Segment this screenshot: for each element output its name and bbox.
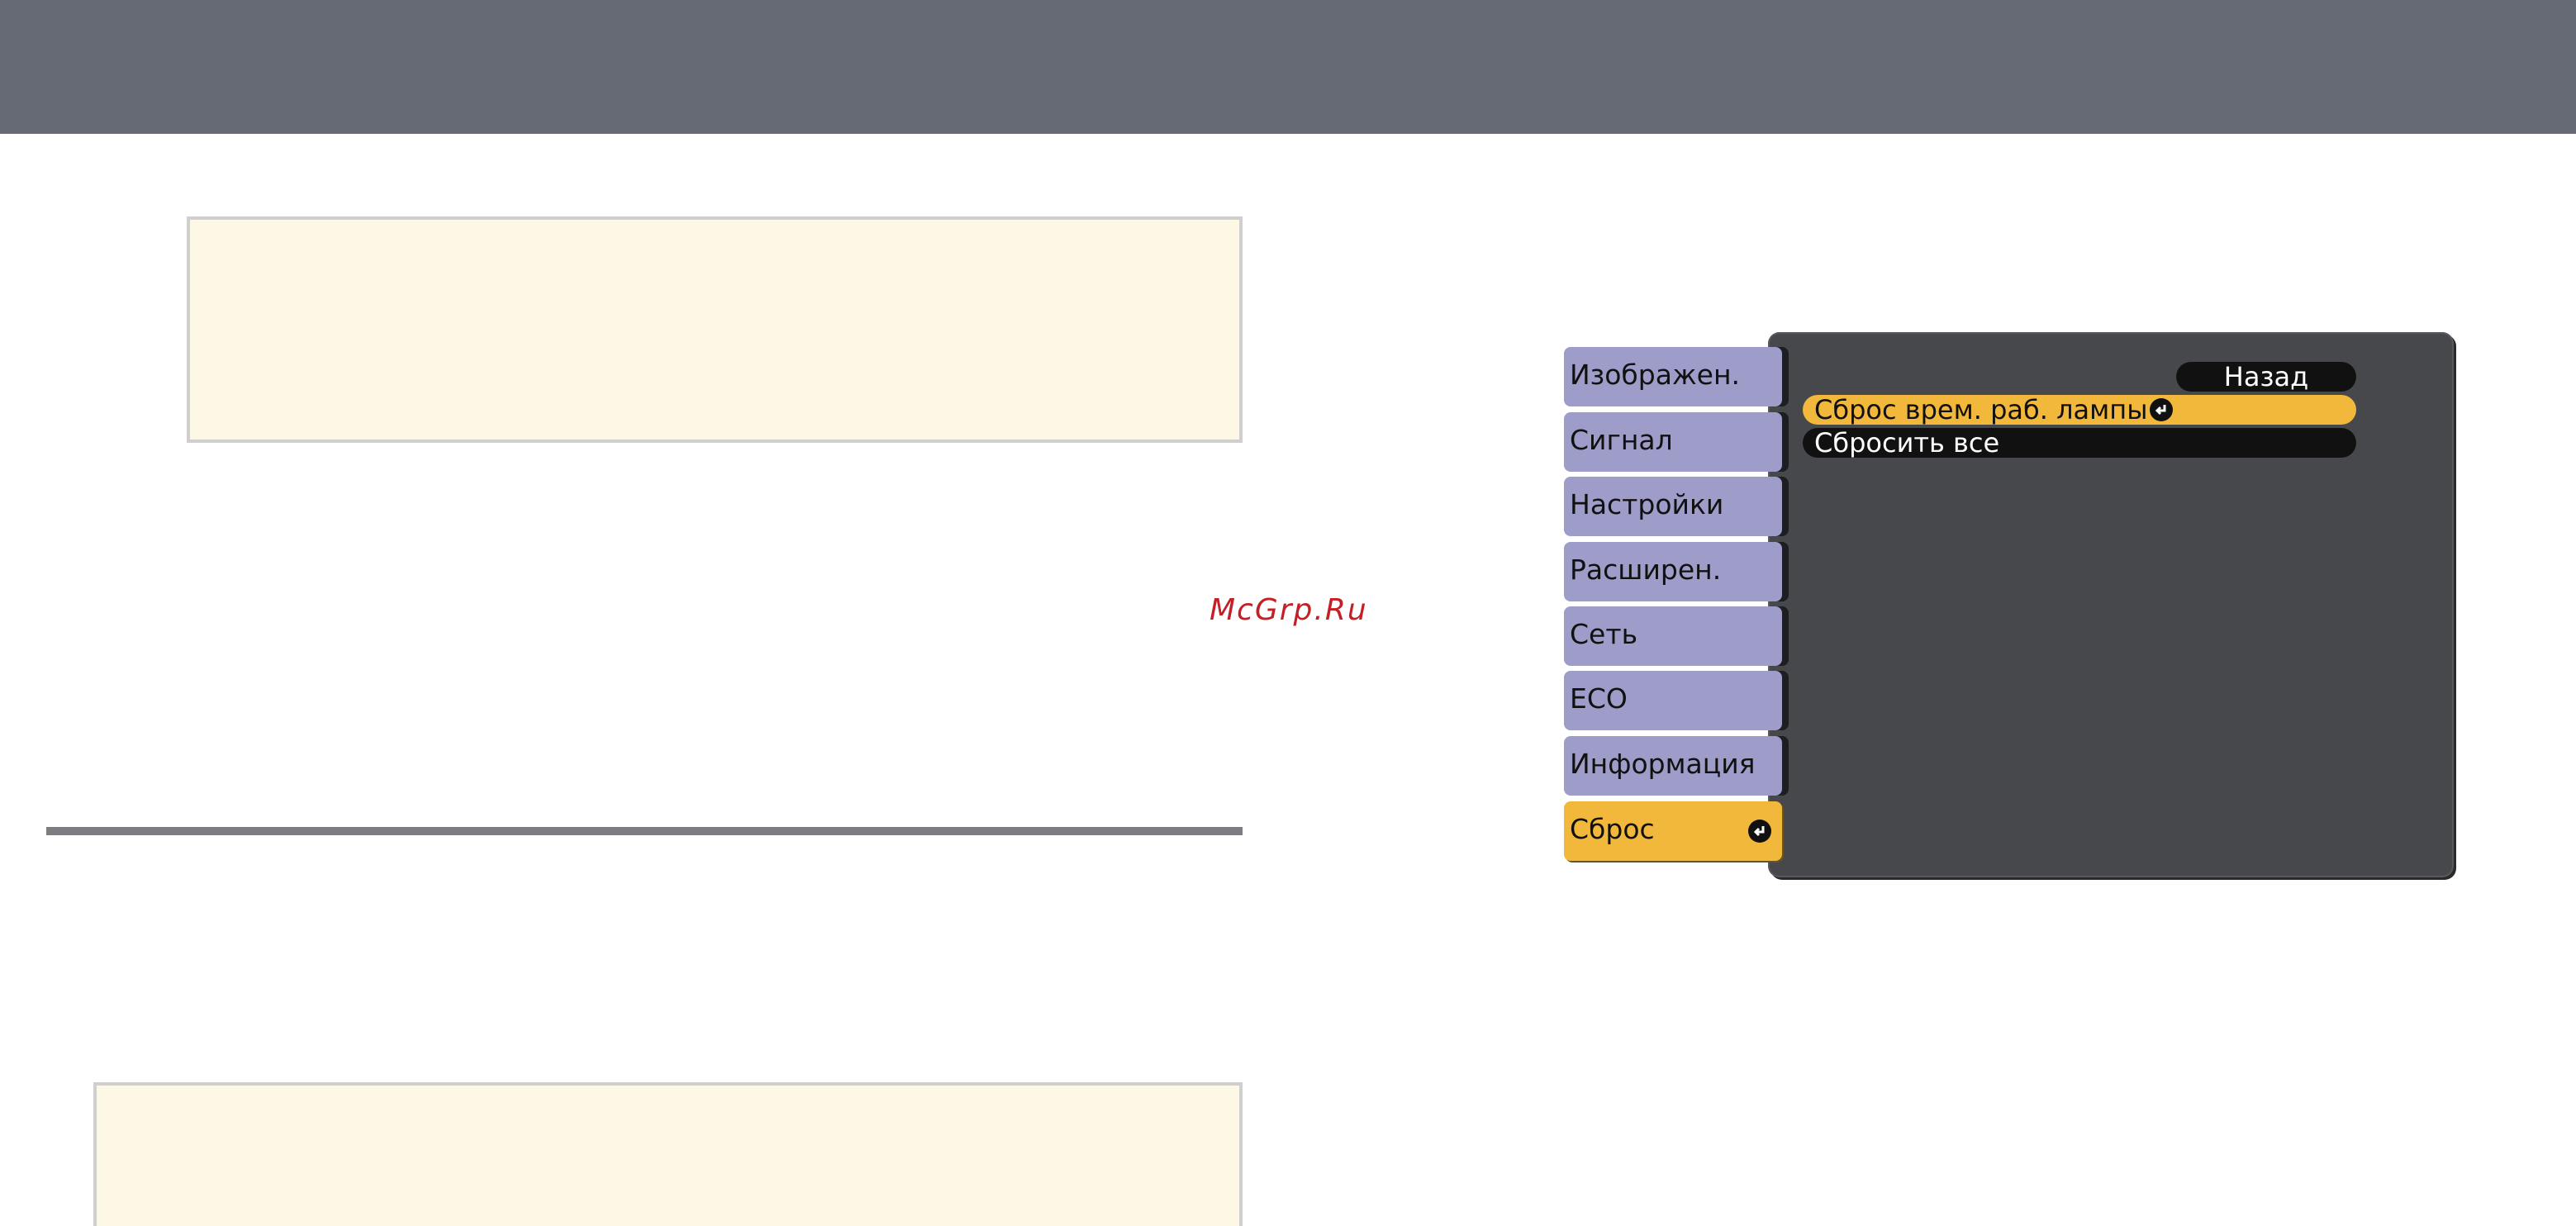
tab-label: ECO [1570,682,1628,715]
tab-label: Сброс [1570,813,1655,845]
tab-extended[interactable]: Расширен. [1564,542,1782,601]
page-header-bar [0,0,2576,134]
tab-settings[interactable]: Настройки [1564,477,1782,536]
menu-item-reset-all[interactable]: Сбросить все [1803,428,2356,458]
tab-label: Настройки [1570,488,1724,520]
note-box [187,216,1243,443]
back-button[interactable]: Назад [2176,362,2356,392]
tab-label: Сигнал [1570,424,1673,456]
tab-image[interactable]: Изображен. [1564,347,1782,406]
menu-item-label: Сброс врем. раб. лампы [1814,394,2148,425]
tab-network[interactable]: Сеть [1564,606,1782,666]
note-box [93,1082,1243,1226]
tab-eco[interactable]: ECO [1564,671,1782,730]
section-divider [46,827,1243,835]
enter-icon [2150,398,2173,421]
tab-label: Информация [1570,748,1756,780]
tab-label: Сеть [1570,618,1638,650]
tab-label: Расширен. [1570,554,1722,586]
tab-reset[interactable]: Сброс [1564,801,1782,861]
enter-icon [1748,820,1771,843]
menu-item-label: Сбросить все [1814,427,2000,459]
menu-item-lamp-reset[interactable]: Сброс врем. раб. лампы [1803,395,2356,425]
tab-info[interactable]: Информация [1564,736,1782,796]
tab-signal[interactable]: Сигнал [1564,412,1782,472]
watermark: McGrp.Ru [1210,593,1368,627]
tab-label: Изображен. [1570,359,1741,391]
